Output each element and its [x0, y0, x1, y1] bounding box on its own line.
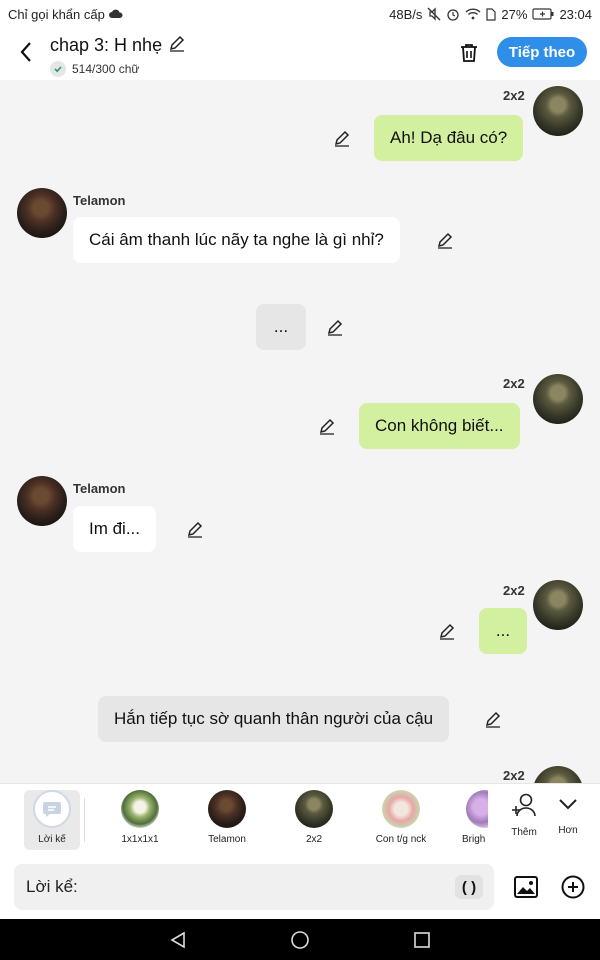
triangle-back-icon [170, 931, 185, 949]
edit-message-icon[interactable] [317, 416, 337, 436]
message-bubble[interactable]: Cái âm thanh lúc nãy ta nghe là gì nhỉ? [73, 217, 400, 263]
clock: 23:04 [559, 6, 592, 22]
more-label: Hơn [558, 825, 578, 836]
edit-title-icon[interactable] [168, 34, 186, 57]
plus-circle-icon [561, 875, 585, 899]
character-label: Lời kể [38, 834, 66, 845]
character-label: 2x2 [305, 834, 323, 845]
status-bar: Chỉ gọi khẩn cấp 48B/s 27% 23:04 [0, 0, 600, 28]
chevron-down-icon [559, 799, 577, 810]
avatar-2x2[interactable] [533, 766, 583, 783]
chapter-title: chap 3: H nhẹ [50, 35, 163, 55]
nav-back-button[interactable] [168, 930, 188, 950]
edit-message-icon[interactable] [185, 519, 205, 539]
edit-message-icon[interactable] [332, 128, 352, 148]
edit-message-icon[interactable] [325, 317, 345, 337]
battery-percent: 27% [501, 6, 528, 22]
wifi-icon [465, 8, 481, 20]
avatar-telamon[interactable] [17, 476, 67, 526]
avatar-2x2[interactable] [533, 86, 583, 136]
message-bubble[interactable]: Im đi... [73, 506, 157, 552]
narration-icon [33, 790, 71, 828]
character-selector: Lời kể 1x1x1x1 Telamon 2x2 Con t/g nck B… [0, 783, 600, 855]
avatar [382, 790, 420, 828]
check-icon [50, 61, 66, 77]
square-recents-icon [414, 932, 430, 948]
narration-bubble[interactable]: Hắn tiếp tục sờ quanh thân người của cậu [98, 696, 450, 742]
mute-icon [427, 7, 441, 21]
character-label: Telamon [208, 834, 246, 845]
avatar-2x2[interactable] [533, 374, 583, 424]
sender-name: 2x2 [503, 376, 525, 391]
delete-button[interactable] [456, 40, 482, 66]
avatar [208, 790, 246, 828]
edit-message-icon[interactable] [435, 230, 455, 250]
message-bubble[interactable]: Con không biết... [359, 403, 520, 449]
character-bright[interactable]: Brigh [458, 790, 488, 845]
sender-name: Telamon [73, 481, 126, 496]
sender-name: 2x2 [503, 768, 525, 783]
narration-bubble[interactable]: ... [256, 304, 306, 350]
character-1x1x1x1[interactable]: 1x1x1x1 [105, 790, 175, 845]
nav-recents-button[interactable] [412, 930, 432, 950]
network-speed: 48B/s [389, 6, 423, 22]
chat-area[interactable]: 2x2 Ah! Dạ đâu có? Telamon Cái âm thanh … [0, 80, 600, 783]
input-prefix: Lời kể: [26, 877, 78, 896]
battery-icon [532, 8, 554, 20]
sender-name: 2x2 [503, 583, 525, 598]
avatar-2x2[interactable] [533, 580, 583, 630]
next-button[interactable]: Tiếp theo [497, 37, 587, 67]
avatar [121, 790, 159, 828]
sender-name: Telamon [73, 193, 126, 208]
character-telamon[interactable]: Telamon [192, 790, 262, 845]
chapter-header: chap 3: H nhẹ 514/300 chữ Tiếp theo [0, 28, 600, 80]
cloud-icon [108, 9, 123, 19]
avatar [295, 790, 333, 828]
status-carrier-text: Chỉ gọi khẩn cấp [8, 6, 105, 22]
character-narrator[interactable]: Lời kể [24, 790, 80, 850]
system-nav-bar [0, 919, 600, 960]
avatar [466, 790, 488, 828]
title-area: chap 3: H nhẹ 514/300 chữ [50, 34, 186, 77]
home-circle-icon [291, 931, 309, 949]
add-label: Thêm [511, 827, 537, 838]
message-bubble[interactable]: ... [479, 608, 527, 654]
avatar-telamon[interactable] [17, 188, 67, 238]
character-label: 1x1x1x1 [121, 834, 159, 845]
parentheses-button[interactable]: ( ) [455, 875, 483, 899]
image-button[interactable] [513, 874, 539, 900]
edit-message-icon[interactable] [483, 709, 503, 729]
divider [84, 798, 85, 842]
add-button[interactable] [560, 874, 586, 900]
trash-icon [461, 44, 477, 62]
sim-icon [486, 7, 497, 21]
character-2x2[interactable]: 2x2 [279, 790, 349, 845]
back-arrow-icon [20, 42, 31, 62]
message-input[interactable]: Lời kể: [14, 864, 494, 910]
character-con-tg-nck[interactable]: Con t/g nck [366, 790, 436, 845]
add-user-icon [512, 793, 536, 817]
add-character-button[interactable]: Thêm [504, 792, 544, 838]
alarm-icon [446, 7, 460, 21]
edit-message-icon[interactable] [437, 621, 457, 641]
sender-name: 2x2 [503, 88, 525, 103]
character-label: Con t/g nck [375, 834, 427, 845]
more-button[interactable]: Hơn [548, 792, 588, 836]
nav-home-button[interactable] [290, 930, 310, 950]
back-button[interactable] [14, 40, 38, 64]
image-icon [514, 876, 538, 898]
input-bar: Lời kể: ( ) [0, 855, 600, 919]
word-count: 514/300 chữ [72, 62, 140, 76]
message-bubble[interactable]: Ah! Dạ đâu có? [374, 115, 524, 161]
character-label: Brigh [462, 834, 486, 845]
